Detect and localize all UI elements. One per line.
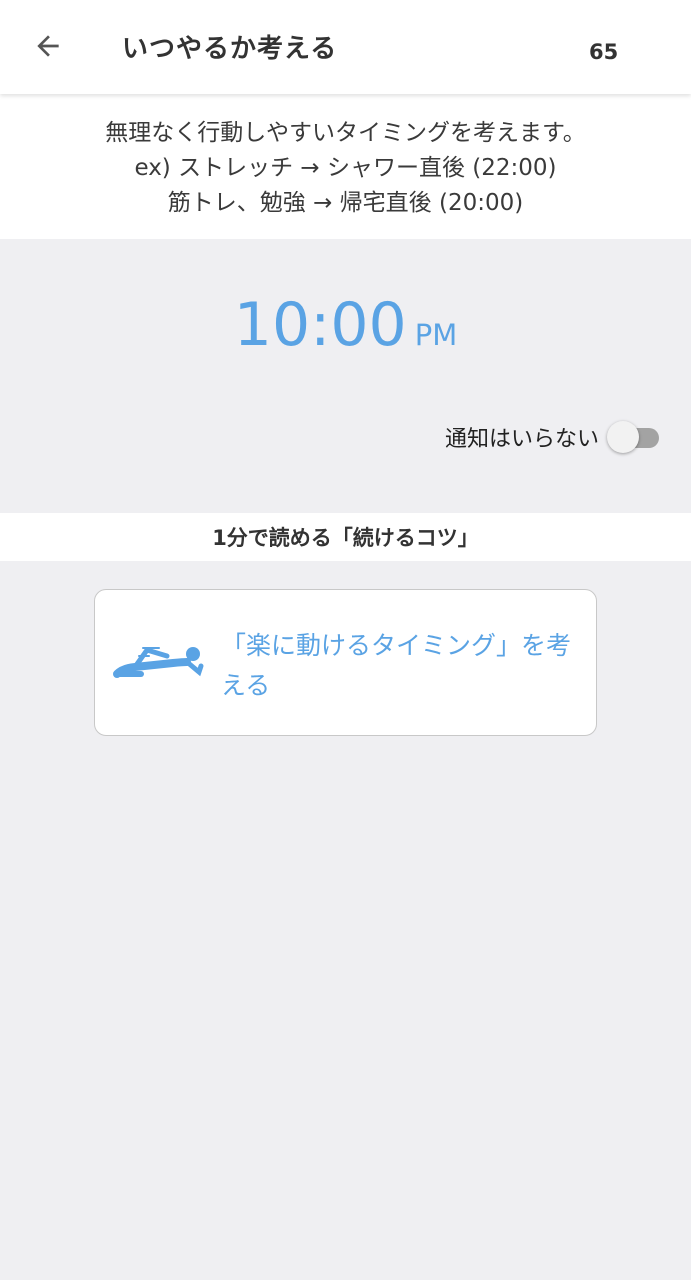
intro-line-1: 無理なく行動しやすいタイミングを考えます。: [105, 120, 586, 146]
tips-header: 1分で読める「続けるコツ」: [0, 513, 691, 561]
person-lying-icon: [113, 647, 204, 678]
notification-toggle[interactable]: [607, 420, 661, 454]
tip-card[interactable]: 「楽に動けるタイミング」を考える: [94, 589, 597, 736]
page-title: いつやるか考える: [122, 34, 338, 64]
intro-line-3: 筋トレ、勉強 → 帰宅直後 (20:00): [167, 190, 524, 216]
time-ampm: PM: [414, 318, 458, 352]
back-button[interactable]: [24, 22, 72, 70]
notification-row: 通知はいらない: [445, 420, 661, 454]
notification-label: 通知はいらない: [444, 427, 599, 452]
toggle-thumb: [607, 421, 639, 453]
tip-card-text: 「楽に動けるタイミング」を考える: [221, 631, 572, 700]
time-section: 10:00 PM 通知はいらない: [0, 240, 691, 512]
intro-description: 無理なく行動しやすいタイミングを考えます。 ex) ストレッチ → シャワー直後…: [0, 94, 691, 239]
count-badge: 65: [589, 40, 619, 64]
arrow-left-icon: [37, 35, 59, 57]
app-bar: いつやるか考える 65: [0, 0, 691, 94]
time-value: 10:00: [233, 290, 407, 360]
intro-line-2: ex) ストレッチ → シャワー直後 (22:00): [134, 155, 557, 181]
time-picker[interactable]: 10:00 PM: [0, 290, 691, 360]
